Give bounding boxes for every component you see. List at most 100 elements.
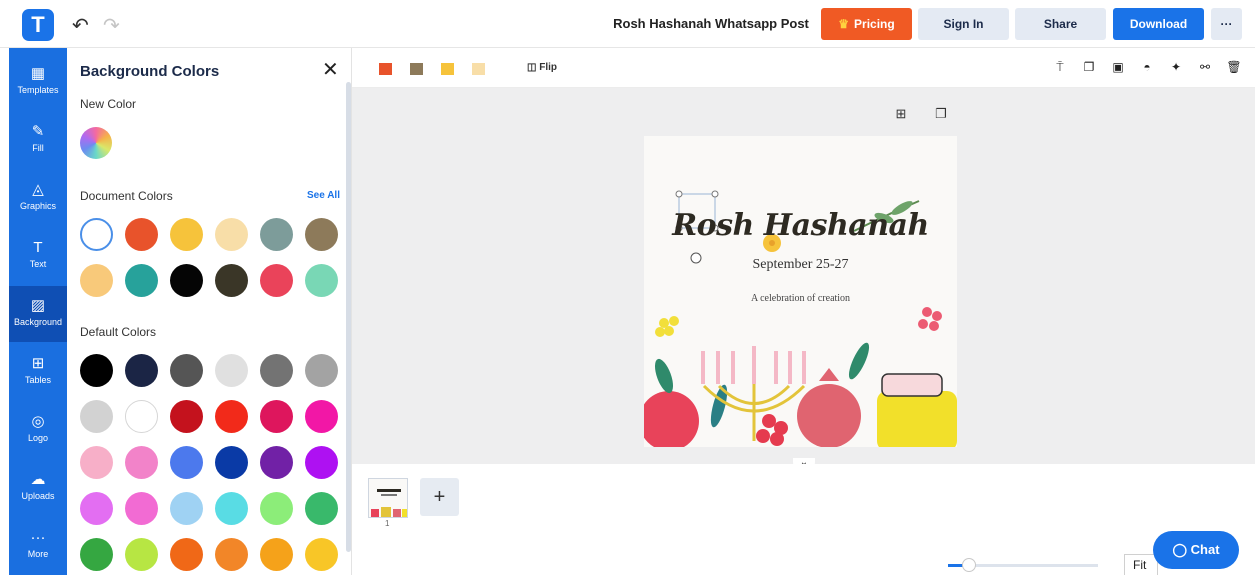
redo-icon[interactable]: ↷	[103, 13, 120, 38]
flip-button[interactable]: ◫ Flip	[527, 62, 557, 73]
default-color-swatch[interactable]	[215, 538, 248, 571]
default-color-swatch[interactable]	[215, 400, 248, 433]
more-options-button[interactable]: ···	[1211, 8, 1242, 40]
sidebar-item-graphics[interactable]: ◬ Graphics	[9, 170, 67, 226]
design-canvas[interactable]: Rosh Hashanah September 25-27 A celebrat…	[644, 136, 957, 447]
sidebar-item-text[interactable]: T Text	[9, 228, 67, 284]
share-button[interactable]: Share	[1015, 8, 1106, 40]
default-color-swatch[interactable]	[305, 400, 338, 433]
design-subtitle[interactable]: A celebration of creation	[644, 293, 957, 304]
tables-icon: ⊞	[31, 355, 45, 372]
trash-icon[interactable]: 🗑	[1226, 59, 1242, 75]
default-color-swatch[interactable]	[305, 492, 338, 525]
element-color-swatch[interactable]	[379, 63, 392, 75]
design-title[interactable]: Rosh Hashanah	[644, 208, 957, 243]
add-page-button[interactable]: +	[420, 478, 459, 516]
default-color-swatch[interactable]	[170, 446, 203, 479]
undo-icon[interactable]: ↶	[72, 13, 89, 38]
default-color-swatch[interactable]	[215, 446, 248, 479]
default-color-swatch[interactable]	[305, 354, 338, 387]
copy-style-icon[interactable]: ❐	[1081, 59, 1097, 75]
document-color-swatch[interactable]	[215, 264, 248, 297]
holiday-illustration	[644, 190, 957, 447]
pricing-button[interactable]: ♛ Pricing	[821, 8, 912, 40]
sidebar-item-label: Tables	[24, 375, 51, 385]
default-color-swatch[interactable]	[125, 492, 158, 525]
default-color-swatch[interactable]	[170, 400, 203, 433]
page-thumbnail[interactable]	[368, 478, 408, 518]
default-color-swatch[interactable]	[215, 492, 248, 525]
default-color-swatch[interactable]	[170, 492, 203, 525]
document-color-swatch[interactable]	[80, 218, 113, 251]
default-color-swatch[interactable]	[305, 538, 338, 571]
new-color-picker[interactable]	[80, 127, 112, 159]
default-color-swatch[interactable]	[260, 538, 293, 571]
sidebar-item-label: Fill	[32, 143, 44, 153]
document-color-swatch[interactable]	[260, 264, 293, 297]
sidebar-item-templates[interactable]: ▦ Templates	[9, 54, 67, 110]
sidebar-item-more[interactable]: ··· More	[9, 518, 67, 574]
layer-order-icon[interactable]: ▣	[1110, 59, 1126, 75]
sign-in-button[interactable]: Sign In	[918, 8, 1009, 40]
default-color-swatch[interactable]	[125, 354, 158, 387]
document-color-swatch[interactable]	[305, 218, 338, 251]
document-title[interactable]: Rosh Hashanah Whatsapp Post	[600, 16, 822, 31]
sidebar-item-tables[interactable]: ⊞ Tables	[9, 344, 67, 400]
background-hatch-icon: ▨	[30, 297, 46, 314]
element-color-swatch[interactable]	[441, 63, 454, 75]
zoom-fit-select[interactable]: Fit	[1124, 554, 1158, 575]
logo-icon: ◎	[31, 413, 45, 430]
sidebar-item-fill[interactable]: ✎ Fill	[9, 112, 67, 168]
default-color-swatch[interactable]	[260, 446, 293, 479]
default-color-swatch[interactable]	[125, 538, 158, 571]
document-color-swatch[interactable]	[125, 264, 158, 297]
document-color-swatch[interactable]	[170, 218, 203, 251]
opacity-drop-icon[interactable]: ◓	[1139, 59, 1155, 75]
download-button[interactable]: Download	[1113, 8, 1204, 40]
chat-button[interactable]: ◯ Chat	[1153, 531, 1239, 569]
paint-roller-icon[interactable]: ⍑	[1052, 59, 1068, 75]
sidebar-item-label: Graphics	[19, 201, 56, 211]
sidebar-item-label: Uploads	[21, 491, 55, 501]
default-color-swatch[interactable]	[80, 354, 113, 387]
default-color-swatch[interactable]	[80, 538, 113, 571]
panel-scrollbar[interactable]	[346, 82, 351, 552]
default-color-swatch[interactable]	[80, 400, 113, 433]
element-color-swatch[interactable]	[472, 63, 485, 75]
document-color-swatch[interactable]	[260, 218, 293, 251]
close-icon[interactable]: ✕	[322, 60, 339, 80]
design-date[interactable]: September 25-27	[644, 257, 957, 273]
sidebar-item-logo[interactable]: ◎ Logo	[9, 402, 67, 458]
default-color-swatch[interactable]	[80, 492, 113, 525]
sidebar-item-uploads[interactable]: ☁ Uploads	[9, 460, 67, 516]
default-color-swatch[interactable]	[260, 400, 293, 433]
document-color-swatch[interactable]	[215, 218, 248, 251]
document-color-swatch[interactable]	[305, 264, 338, 297]
add-page-icon[interactable]: ⊞	[893, 106, 909, 122]
duplicate-page-icon[interactable]: ❐	[933, 106, 949, 122]
document-color-swatch[interactable]	[170, 264, 203, 297]
position-icon[interactable]: ✦	[1168, 59, 1184, 75]
document-color-swatch[interactable]	[125, 218, 158, 251]
default-color-swatch[interactable]	[125, 446, 158, 479]
chat-bubble-icon: ◯	[1172, 542, 1188, 557]
default-color-swatch[interactable]	[80, 446, 113, 479]
default-color-swatch[interactable]	[260, 354, 293, 387]
flip-label: Flip	[539, 62, 558, 73]
canvas-toolbar: ◫ Flip ⍑ ❐ ▣ ◓ ✦ ⚯ 🗑	[352, 48, 1255, 88]
default-color-swatch[interactable]	[125, 400, 158, 433]
app-logo[interactable]: T	[22, 9, 54, 41]
link-icon[interactable]: ⚯	[1197, 59, 1213, 75]
default-color-swatch[interactable]	[170, 354, 203, 387]
default-color-swatch[interactable]	[260, 492, 293, 525]
document-colors-label: Document Colors	[80, 189, 173, 203]
zoom-slider-handle[interactable]	[962, 558, 976, 572]
default-color-swatch[interactable]	[215, 354, 248, 387]
default-color-swatch[interactable]	[305, 446, 338, 479]
element-color-swatch[interactable]	[410, 63, 423, 75]
sidebar-item-background[interactable]: ▨ Background	[9, 286, 67, 342]
default-colors-label: Default Colors	[80, 325, 157, 339]
default-color-swatch[interactable]	[170, 538, 203, 571]
see-all-link[interactable]: See All	[307, 190, 340, 201]
document-color-swatch[interactable]	[80, 264, 113, 297]
